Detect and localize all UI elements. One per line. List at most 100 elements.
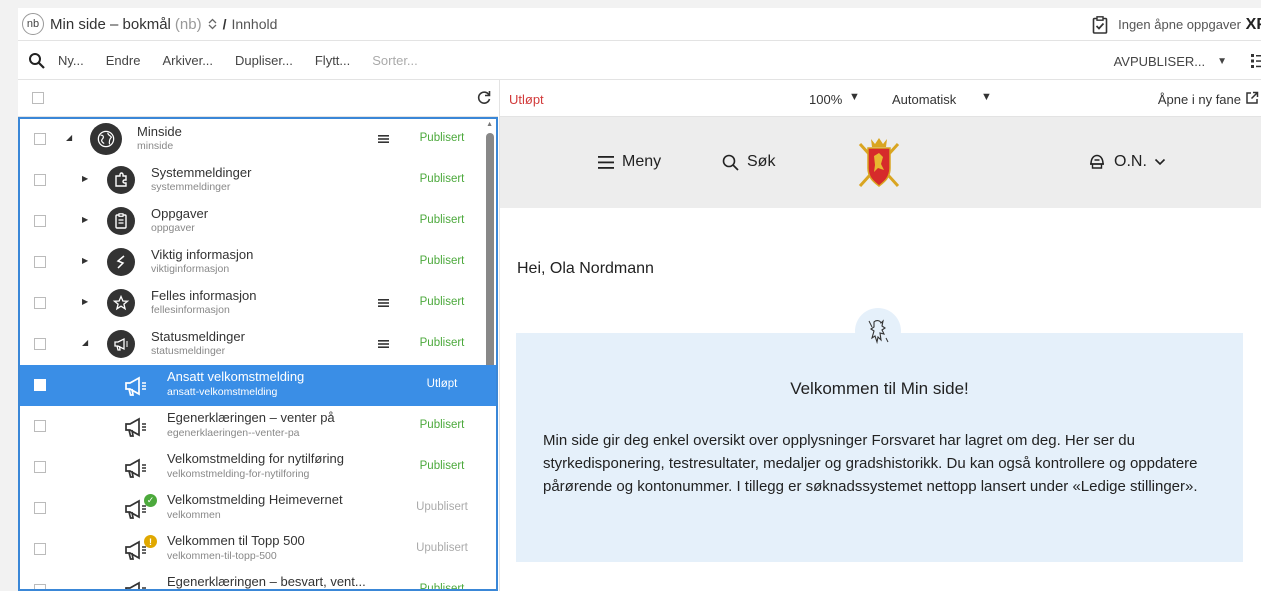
row-checkbox[interactable] bbox=[34, 297, 46, 309]
xp-logo[interactable]: XP bbox=[1246, 16, 1261, 34]
row-path: velkommen bbox=[167, 509, 221, 521]
row-path: statusmeldinger bbox=[151, 345, 226, 357]
status-badge: Publisert bbox=[419, 214, 465, 226]
caret-down-icon[interactable]: ▼ bbox=[981, 91, 992, 103]
tree-row[interactable]: Egenerklæringen – venter på egenerklaeri… bbox=[20, 406, 496, 447]
status-badge: Publisert bbox=[419, 132, 465, 144]
content-tree[interactable]: ▲ ◢ Minside minside Publisert ▶ Systemme… bbox=[18, 117, 498, 591]
language-badge[interactable]: nb bbox=[22, 13, 44, 35]
tasks-indicator[interactable]: Ingen åpne oppgaver bbox=[1092, 8, 1241, 41]
search-icon bbox=[722, 154, 739, 171]
row-checkbox[interactable] bbox=[34, 543, 46, 555]
tasks-label: Ingen åpne oppgaver bbox=[1118, 17, 1241, 32]
row-path: fellesinformasjon bbox=[151, 304, 230, 316]
sort-button[interactable]: Sorter... bbox=[372, 53, 418, 68]
row-name: Velkomstmelding Heimevernet bbox=[167, 492, 343, 507]
globe-icon bbox=[90, 123, 122, 155]
hamburger-icon bbox=[598, 155, 614, 169]
site-search-button[interactable]: Søk bbox=[722, 153, 775, 171]
tree-row[interactable]: ✓ Velkomstmelding Heimevernet velkommen … bbox=[20, 488, 496, 529]
row-path: systemmeldinger bbox=[151, 181, 231, 193]
sort-menu-icon bbox=[378, 135, 389, 143]
toolbar: Ny... Endre Arkiver... Dupliser... Flytt… bbox=[18, 42, 1261, 80]
row-name: Systemmeldinger bbox=[151, 165, 252, 180]
row-name: Egenerklæringen – besvart, vent... bbox=[167, 574, 366, 589]
megaphone-icon bbox=[125, 581, 146, 589]
duplicate-button[interactable]: Dupliser... bbox=[235, 53, 293, 68]
user-menu-button[interactable]: O.N. bbox=[1088, 153, 1166, 171]
tree-row[interactable]: ▶ Viktig informasjon viktiginformasjon P… bbox=[20, 242, 496, 283]
tree-row[interactable]: ! Velkommen til Topp 500 velkommen-til-t… bbox=[20, 529, 496, 570]
lion-emblem-icon bbox=[855, 308, 901, 354]
row-checkbox[interactable] bbox=[34, 584, 46, 589]
unpublish-button[interactable]: AVPUBLISER... ▼ bbox=[1114, 42, 1227, 80]
archive-button[interactable]: Arkiver... bbox=[162, 53, 213, 68]
app-window: nb Min side – bokmål (nb) / Innhold Inge… bbox=[18, 8, 1261, 591]
row-name: Viktig informasjon bbox=[151, 247, 254, 262]
row-checkbox[interactable] bbox=[34, 420, 46, 432]
status-badge: Upublisert bbox=[416, 542, 468, 554]
tree-row[interactable]: ▶ Systemmeldinger systemmeldinger Publis… bbox=[20, 160, 496, 201]
puzzle-icon bbox=[107, 166, 135, 194]
welcome-card: Velkommen til Min side! Min side gir deg… bbox=[516, 333, 1243, 562]
zoom-select[interactable]: 100% bbox=[809, 92, 842, 107]
external-link-icon[interactable] bbox=[1245, 91, 1259, 105]
row-path: egenerklaeringen--venter-pa bbox=[167, 427, 300, 439]
caret-down-icon[interactable]: ▼ bbox=[849, 91, 860, 103]
move-button[interactable]: Flytt... bbox=[315, 53, 350, 68]
search-label: Søk bbox=[747, 153, 776, 170]
select-all-checkbox[interactable] bbox=[32, 92, 44, 104]
project-switch-icon[interactable] bbox=[208, 18, 217, 30]
tree-row[interactable]: ▶ Felles informasjon fellesinformasjon P… bbox=[20, 283, 496, 324]
menu-button[interactable]: Meny bbox=[598, 153, 661, 171]
collapse-arrow-icon[interactable]: ◢ bbox=[82, 338, 88, 347]
row-checkbox[interactable] bbox=[34, 133, 46, 145]
new-button[interactable]: Ny... bbox=[58, 53, 84, 68]
row-checkbox[interactable] bbox=[34, 338, 46, 350]
project-name[interactable]: Min side – bokmål bbox=[50, 16, 171, 33]
caret-down-icon[interactable]: ▼ bbox=[1217, 56, 1227, 67]
megaphone-icon bbox=[125, 376, 146, 396]
tree-row[interactable]: ◢ Minside minside Publisert bbox=[20, 119, 496, 160]
row-path: velkommen-til-topp-500 bbox=[167, 550, 277, 562]
row-checkbox[interactable] bbox=[34, 502, 46, 514]
row-name: Minside bbox=[137, 124, 182, 139]
expand-arrow-icon[interactable]: ▶ bbox=[82, 215, 88, 224]
status-badge: Utløpt bbox=[426, 378, 458, 390]
row-checkbox[interactable] bbox=[34, 379, 46, 391]
open-in-new-tab-link[interactable]: Åpne i ny fane bbox=[1158, 92, 1241, 107]
breadcrumb[interactable]: Innhold bbox=[231, 16, 277, 32]
sort-menu-icon bbox=[378, 299, 389, 307]
forsvaret-crest-logo[interactable] bbox=[854, 134, 904, 194]
tree-row-selected[interactable]: Ansatt velkomstmelding ansatt-velkomstme… bbox=[20, 365, 496, 406]
tree-row[interactable]: ▶ Oppgaver oppgaver Publisert bbox=[20, 201, 496, 242]
expand-arrow-icon[interactable]: ▶ bbox=[82, 297, 88, 306]
row-checkbox[interactable] bbox=[34, 174, 46, 186]
row-checkbox[interactable] bbox=[34, 461, 46, 473]
refresh-icon[interactable] bbox=[476, 89, 492, 105]
greeting-heading: Hei, Ola Nordmann bbox=[517, 260, 654, 277]
row-name: Velkommen til Topp 500 bbox=[167, 533, 305, 548]
device-mode-select[interactable]: Automatisk bbox=[892, 92, 956, 107]
row-name: Felles informasjon bbox=[151, 288, 257, 303]
site-header: Meny Søk O.N. bbox=[500, 117, 1261, 208]
tree-row[interactable]: ◢ Statusmeldinger statusmeldinger Publis… bbox=[20, 324, 496, 365]
row-checkbox[interactable] bbox=[34, 256, 46, 268]
megaphone-icon bbox=[125, 417, 146, 437]
expand-arrow-icon[interactable]: ▶ bbox=[82, 174, 88, 183]
row-name: Ansatt velkomstmelding bbox=[167, 369, 305, 384]
search-icon[interactable] bbox=[28, 52, 46, 70]
tree-row[interactable]: Velkomstmelding for nytilføring velkomst… bbox=[20, 447, 496, 488]
tree-row[interactable]: Egenerklæringen – besvart, vent... egene… bbox=[20, 570, 496, 591]
expand-arrow-icon[interactable]: ▶ bbox=[82, 256, 88, 265]
status-badge: Publisert bbox=[419, 583, 465, 591]
project-language: (nb) bbox=[174, 15, 202, 33]
row-checkbox[interactable] bbox=[34, 215, 46, 227]
list-view-icon[interactable] bbox=[1251, 54, 1261, 68]
row-path: ansatt-velkomstmelding bbox=[167, 386, 278, 398]
collapse-arrow-icon[interactable]: ◢ bbox=[66, 133, 72, 142]
row-name: Velkomstmelding for nytilføring bbox=[167, 451, 345, 466]
edit-button[interactable]: Endre bbox=[106, 53, 141, 68]
row-name: Statusmeldinger bbox=[151, 329, 245, 344]
preview-state-label: Utløpt bbox=[509, 92, 544, 107]
